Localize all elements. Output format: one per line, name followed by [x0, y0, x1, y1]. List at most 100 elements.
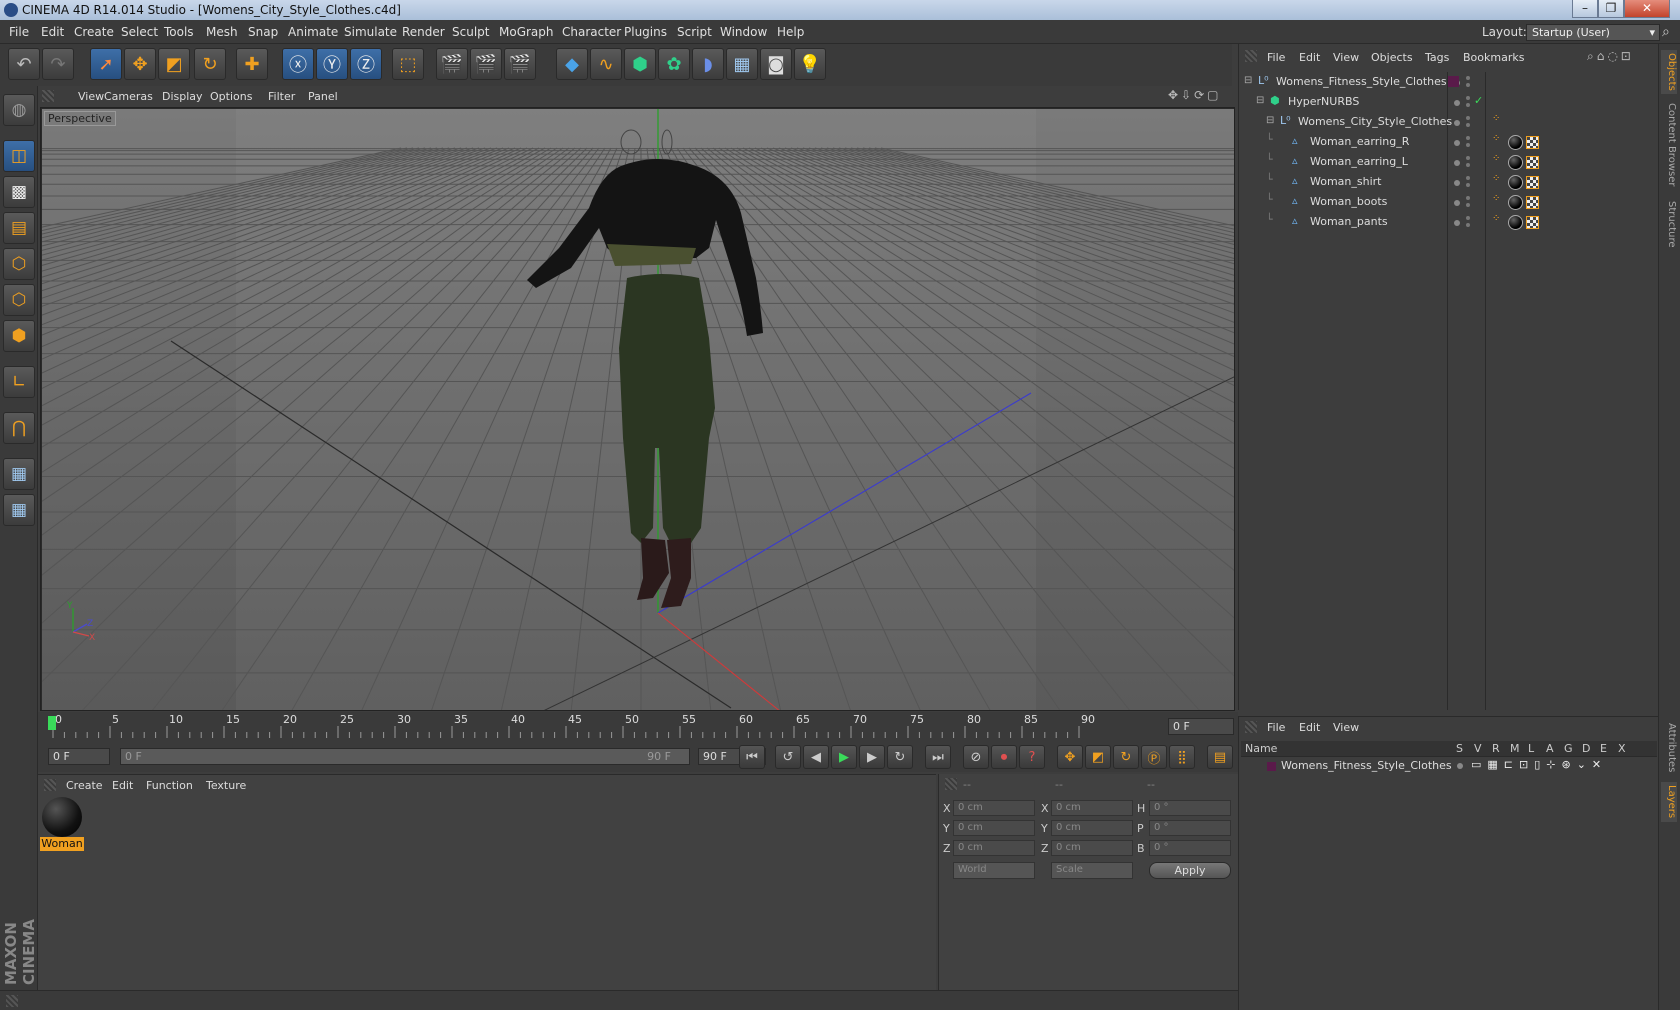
- layer-col-g[interactable]: G: [1564, 742, 1573, 755]
- visibility-render-dot[interactable]: [1466, 143, 1470, 147]
- layer-col-s[interactable]: S: [1456, 742, 1463, 755]
- phong-tag-icon[interactable]: ⁘: [1492, 113, 1500, 124]
- viewport-menu-panel[interactable]: Panel: [308, 90, 338, 103]
- size-y-field[interactable]: 0 cm: [1051, 820, 1133, 836]
- objects-menu-bookmarks[interactable]: Bookmarks: [1463, 51, 1524, 64]
- phong-tag-icon[interactable]: ⁘: [1492, 213, 1500, 224]
- record-keys-button[interactable]: ⊘: [963, 745, 989, 769]
- visibility-render-dot[interactable]: [1466, 183, 1470, 187]
- object-name[interactable]: Woman_boots: [1310, 195, 1387, 208]
- make-editable-button[interactable]: ◍: [3, 94, 35, 126]
- object-name[interactable]: Womens_Fitness_Style_Clothes: [1276, 75, 1447, 88]
- object-name[interactable]: Woman_shirt: [1310, 175, 1381, 188]
- menu-plugins[interactable]: Plugins: [624, 25, 667, 39]
- size-mode-select[interactable]: Scale: [1051, 862, 1133, 879]
- timeline-playhead[interactable]: [48, 716, 56, 730]
- enabled-check-icon[interactable]: ✓: [1474, 94, 1483, 107]
- visibility-render-dot[interactable]: [1466, 156, 1470, 160]
- layer-solo-toggle[interactable]: [1457, 763, 1463, 769]
- polygons-mode-button[interactable]: ⬢: [3, 320, 35, 352]
- material-tag-icon[interactable]: [1508, 195, 1523, 210]
- spline-button[interactable]: ∿: [590, 48, 622, 80]
- viewport-menu-display[interactable]: Display: [162, 90, 203, 103]
- layer-name[interactable]: Womens_Fitness_Style_Clothes: [1281, 759, 1452, 772]
- visibility-render-dot[interactable]: [1466, 203, 1470, 207]
- preview-range-slider[interactable]: 0 F 90 F: [120, 748, 690, 765]
- rotation-p-field[interactable]: 0 °: [1149, 820, 1231, 836]
- visibility-render-dot[interactable]: [1466, 76, 1470, 80]
- phong-tag-icon[interactable]: ⁘: [1492, 133, 1500, 144]
- rotate-tool-button[interactable]: ↻: [194, 48, 226, 80]
- object-row[interactable]: └ ▵ Woman_boots ⁘: [1244, 193, 1656, 212]
- deformer-button[interactable]: ◗: [692, 48, 724, 80]
- maximize-button[interactable]: ❐: [1598, 0, 1624, 18]
- objects-menu-edit[interactable]: Edit: [1299, 51, 1320, 64]
- menu-help[interactable]: Help: [777, 25, 804, 39]
- current-frame-field[interactable]: 0 F: [1168, 718, 1234, 735]
- visibility-editor-dot[interactable]: [1454, 160, 1460, 166]
- rotation-b-field[interactable]: 0 °: [1149, 840, 1231, 856]
- layers-menu-file[interactable]: File: [1267, 721, 1285, 734]
- material-menu-function[interactable]: Function: [146, 779, 193, 792]
- position-x-field[interactable]: 0 cm: [953, 800, 1035, 816]
- uvw-tag-icon[interactable]: [1526, 156, 1539, 169]
- phong-tag-icon[interactable]: ⁘: [1492, 173, 1500, 184]
- transform-tool-button[interactable]: ✚: [236, 48, 268, 80]
- visibility-render-dot[interactable]: [1466, 196, 1470, 200]
- go-to-end-button[interactable]: ⏭: [925, 745, 951, 769]
- layer-color-swatch[interactable]: [1448, 76, 1459, 87]
- go-to-start-button[interactable]: ⏮: [739, 745, 765, 769]
- floor-button[interactable]: ▦: [726, 48, 758, 80]
- visibility-render-dot[interactable]: [1466, 223, 1470, 227]
- layer-col-d[interactable]: D: [1582, 742, 1590, 755]
- viewport-menu-options[interactable]: Options: [210, 90, 252, 103]
- menu-simulate[interactable]: Simulate: [344, 25, 397, 39]
- visibility-render-dot[interactable]: [1466, 136, 1470, 140]
- layers-menu-edit[interactable]: Edit: [1299, 721, 1320, 734]
- object-name[interactable]: Woman_pants: [1310, 215, 1388, 228]
- points-mode-button[interactable]: ⬡: [3, 248, 35, 280]
- size-x-field[interactable]: 0 cm: [1051, 800, 1133, 816]
- size-z-field[interactable]: 0 cm: [1051, 840, 1133, 856]
- timeline-window-button[interactable]: ▤: [1207, 745, 1233, 769]
- light-button[interactable]: 💡: [794, 48, 826, 80]
- layer-col-a[interactable]: A: [1546, 742, 1554, 755]
- layer-col-name[interactable]: Name: [1245, 742, 1277, 755]
- previous-frame-button[interactable]: ◀: [803, 745, 829, 769]
- workplane-lock-button[interactable]: ▦: [3, 494, 35, 526]
- objects-menu-view[interactable]: View: [1333, 51, 1359, 64]
- layer-row[interactable]: Womens_Fitness_Style_Clothes ▭▦⊏⊡▯⊹⊛⌄✕: [1241, 758, 1657, 774]
- visibility-render-dot[interactable]: [1466, 123, 1470, 127]
- cube-object-button[interactable]: ◆: [556, 48, 588, 80]
- menu-character[interactable]: Character: [562, 25, 621, 39]
- nurbs-button[interactable]: ⬢: [624, 48, 656, 80]
- visibility-editor-dot[interactable]: [1454, 100, 1460, 106]
- play-button[interactable]: ▶: [831, 745, 857, 769]
- object-row[interactable]: └ ▵ Woman_pants ⁘: [1244, 213, 1656, 232]
- layer-color-swatch[interactable]: [1267, 762, 1276, 771]
- objects-menu-objects[interactable]: Objects: [1371, 51, 1413, 64]
- next-key-button[interactable]: ↻: [887, 745, 913, 769]
- material-menu-texture[interactable]: Texture: [206, 779, 246, 792]
- menu-render[interactable]: Render: [402, 25, 445, 39]
- menu-sculpt[interactable]: Sculpt: [452, 25, 489, 39]
- visibility-render-dot[interactable]: [1466, 103, 1470, 107]
- render-settings-button[interactable]: 🎬: [504, 48, 536, 80]
- object-row[interactable]: └ ▵ Woman_earring_R ⁘: [1244, 133, 1656, 152]
- close-button[interactable]: ✕: [1624, 0, 1670, 18]
- object-row[interactable]: ⊟ L⁰ Womens_City_Style_Clothes ⁘: [1244, 113, 1656, 132]
- menu-select[interactable]: Select: [121, 25, 158, 39]
- live-selection-button[interactable]: ➚: [90, 48, 122, 80]
- layout-select[interactable]: Startup (User) ▾: [1526, 24, 1660, 41]
- layers-menu-view[interactable]: View: [1333, 721, 1359, 734]
- render-picture-viewer-button[interactable]: 🎬: [470, 48, 502, 80]
- object-row[interactable]: └ ▵ Woman_earring_L ⁘: [1244, 153, 1656, 172]
- x-axis-button[interactable]: ⓧ: [282, 48, 314, 80]
- previous-key-button[interactable]: ↺: [775, 745, 801, 769]
- viewport-menu-view[interactable]: View: [78, 90, 104, 103]
- rotation-h-field[interactable]: 0 °: [1149, 800, 1231, 816]
- key-scale-button[interactable]: ◩: [1085, 745, 1111, 769]
- coordinate-space-select[interactable]: World: [953, 862, 1035, 879]
- visibility-render-dot[interactable]: [1466, 163, 1470, 167]
- render-view-button[interactable]: 🎬: [436, 48, 468, 80]
